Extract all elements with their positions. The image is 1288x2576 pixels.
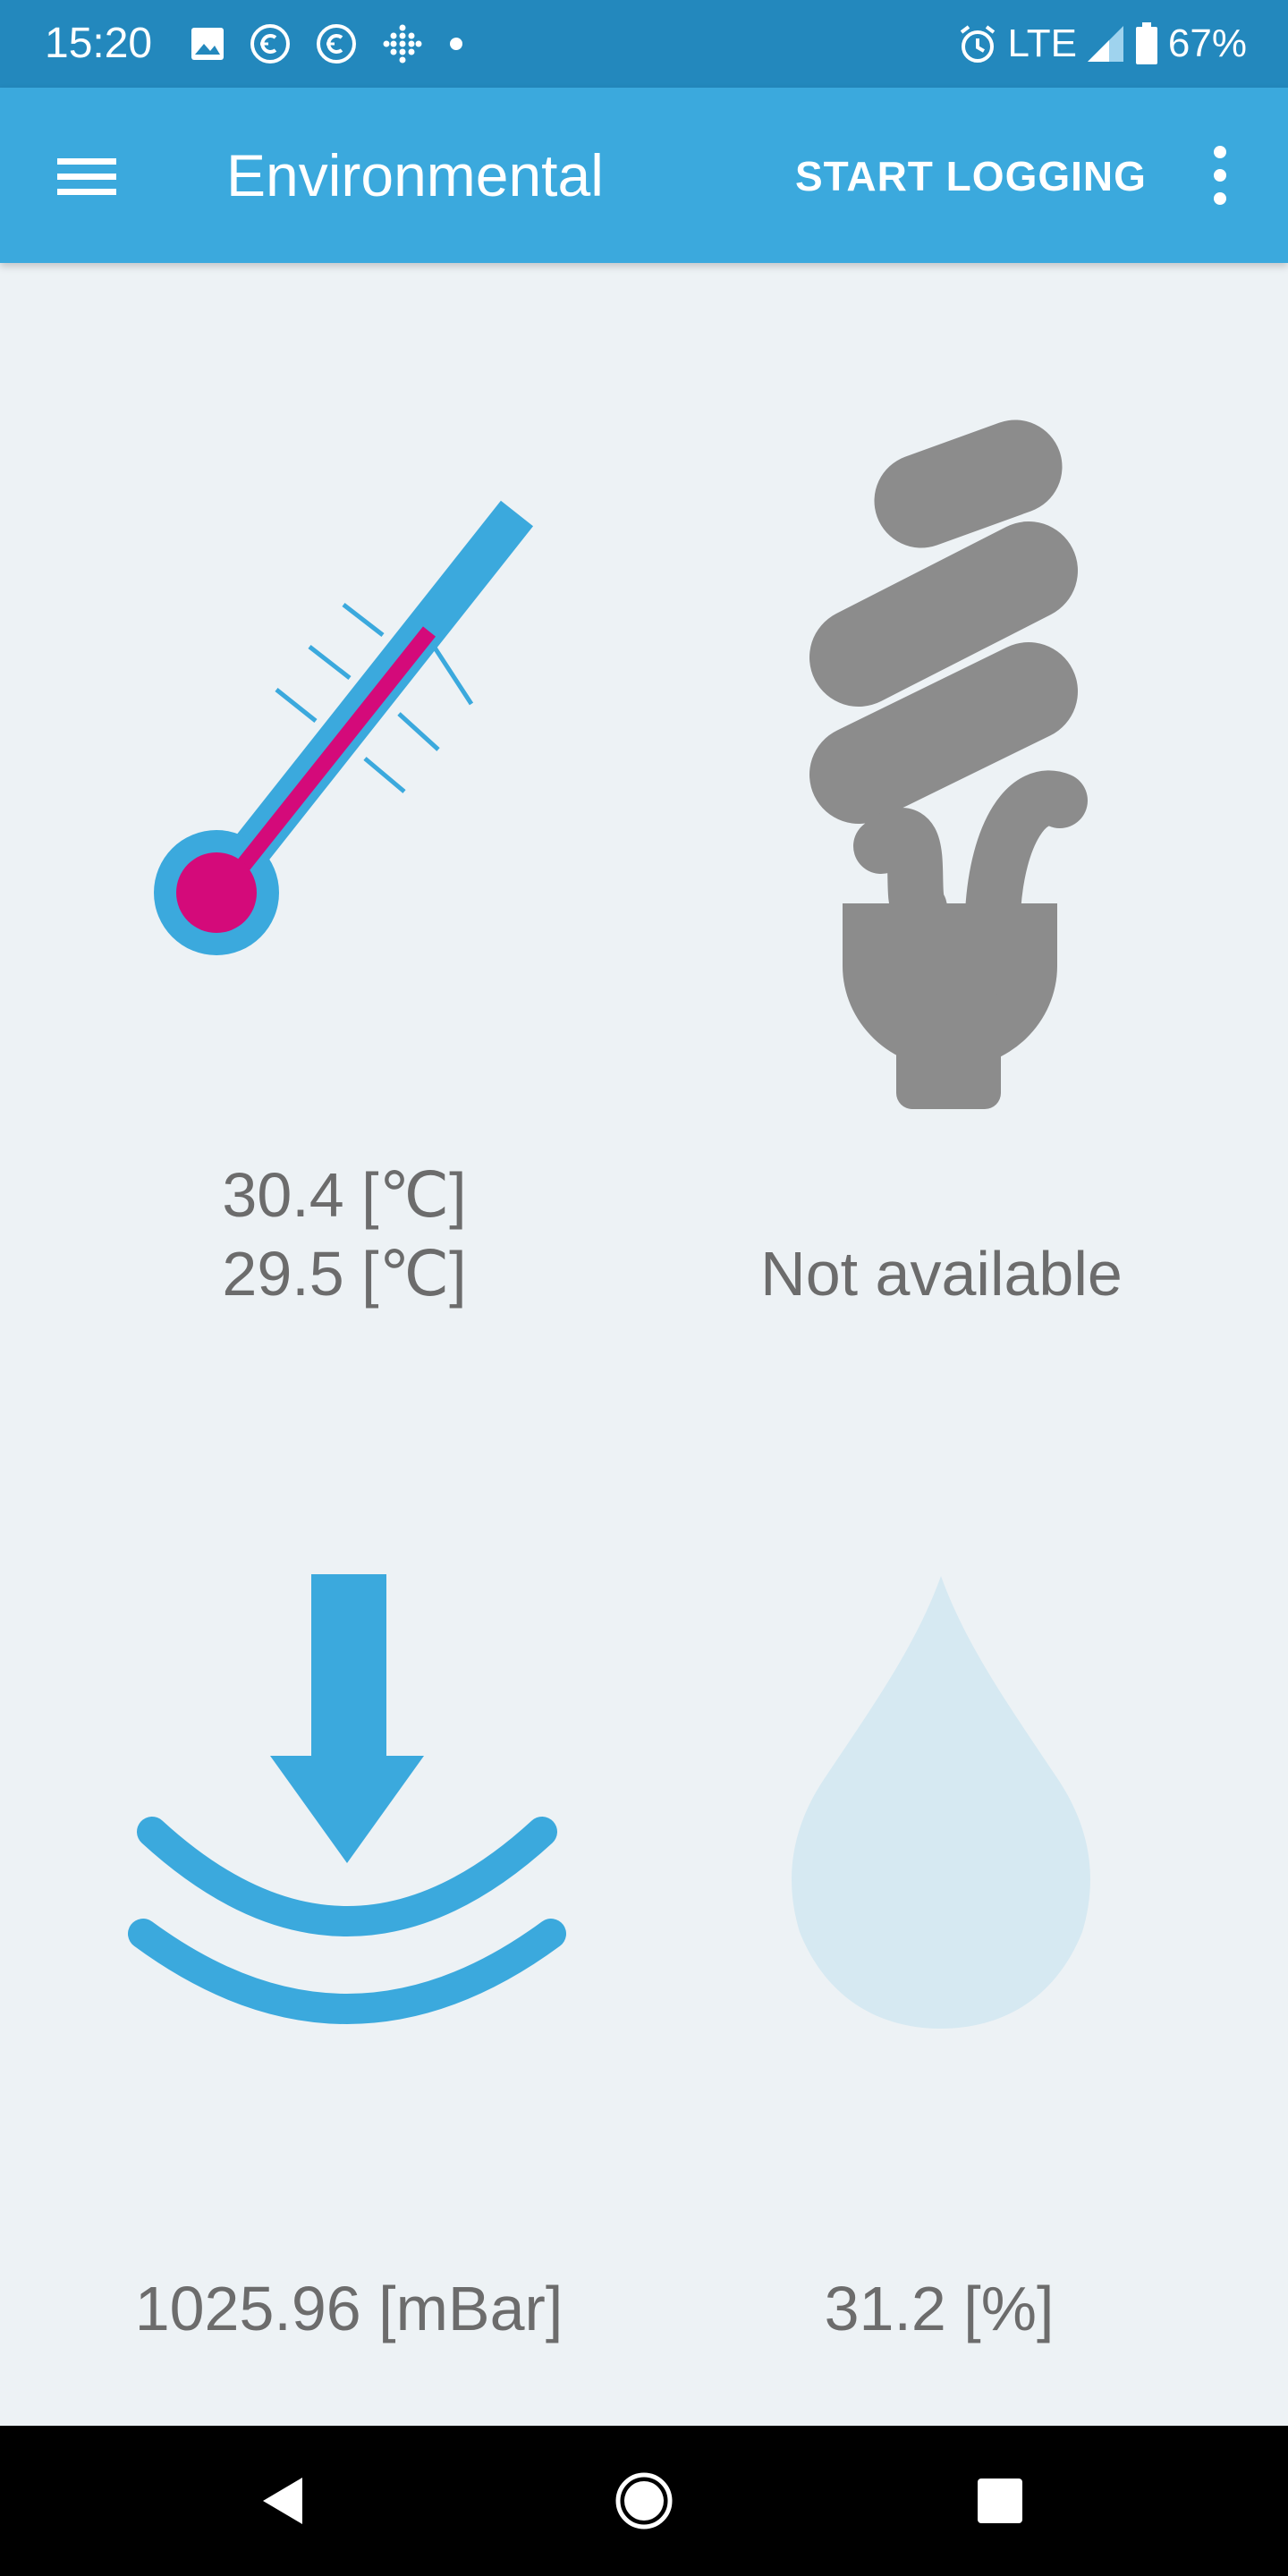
hamburger-menu-icon	[57, 158, 116, 195]
overflow-menu-button[interactable]	[1199, 134, 1241, 216]
back-icon	[263, 2478, 302, 2524]
home-icon	[615, 2472, 673, 2529]
status-time: 15:20	[45, 20, 153, 67]
pressure-value: 1025.96 [mBar]	[134, 2274, 564, 2343]
alarm-icon	[961, 25, 996, 63]
light-value: Not available	[760, 1239, 1123, 1309]
temperature-value-2: 29.5 [℃]	[222, 1239, 467, 1309]
humidity-value: 31.2 [%]	[824, 2274, 1055, 2343]
app-bar: Environmental START LOGGING	[0, 88, 1288, 263]
start-logging-button[interactable]: START LOGGING	[795, 154, 1147, 199]
signal-icon	[1087, 26, 1123, 62]
system-icons: LTE 67%	[957, 20, 1247, 68]
temperature-value-1: 30.4 [℃]	[222, 1160, 467, 1230]
copyright-icon	[250, 24, 290, 64]
page-title: Environmental	[226, 142, 604, 208]
copyright-icon	[317, 24, 356, 64]
recents-icon	[978, 2479, 1022, 2523]
network-type: LTE	[1007, 21, 1077, 65]
battery-percent: 67%	[1167, 21, 1247, 65]
recents-button[interactable]	[955, 2456, 1045, 2546]
status-bar: 15:20 LTE 67%	[0, 0, 1288, 88]
menu-button[interactable]	[47, 143, 127, 208]
dots-grid-icon	[383, 24, 422, 64]
notification-icons	[190, 20, 465, 68]
navigation-bar	[0, 2426, 1288, 2576]
more-vert-icon	[1214, 146, 1226, 205]
dot-icon	[450, 38, 462, 50]
home-button[interactable]	[599, 2456, 689, 2546]
image-icon	[191, 28, 224, 60]
battery-icon	[1135, 22, 1157, 64]
back-button[interactable]	[240, 2456, 329, 2546]
